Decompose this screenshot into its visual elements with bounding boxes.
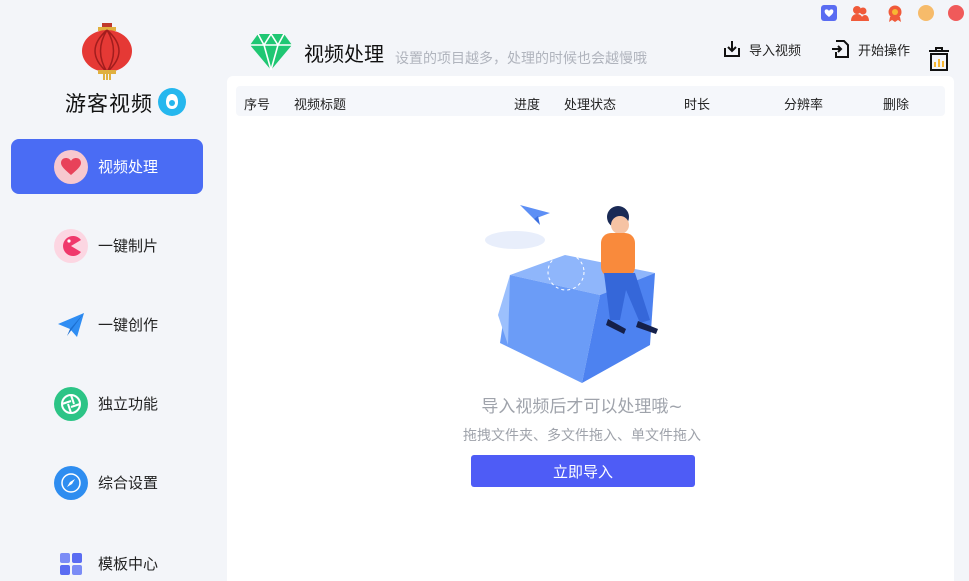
sidebar-item-label: 一键制片 bbox=[98, 237, 159, 255]
vip-badge-icon[interactable] bbox=[158, 88, 186, 116]
sidebar-item-one-click-production[interactable]: 一键制片 bbox=[11, 218, 203, 273]
empty-state-title: 导入视频后才可以处理哦~ bbox=[481, 397, 683, 417]
column-header-resolution[interactable]: 分辨率 bbox=[784, 94, 823, 113]
heart-icon bbox=[54, 149, 88, 184]
import-video-label: 导入视频 bbox=[749, 43, 802, 59]
sidebar-item-one-click-create[interactable]: 一键创作 bbox=[11, 297, 203, 352]
import-now-button[interactable]: 立即导入 bbox=[471, 455, 695, 487]
sidebar-item-label: 一键创作 bbox=[98, 316, 159, 334]
column-header-duration[interactable]: 时长 bbox=[684, 94, 710, 113]
grid-icon bbox=[54, 547, 88, 581]
aperture-icon bbox=[54, 386, 88, 421]
empty-box-illustration bbox=[485, 205, 658, 383]
start-operation-button[interactable]: 开始操作 bbox=[831, 38, 910, 60]
sidebar-item-independent-functions[interactable]: 独立功能 bbox=[11, 376, 203, 431]
column-header-title[interactable]: 视频标题 bbox=[294, 94, 346, 113]
empty-state-subtitle: 拖拽文件夹、多文件拖入、单文件拖入 bbox=[463, 428, 701, 444]
users-icon[interactable] bbox=[851, 4, 869, 22]
trash-icon[interactable] bbox=[928, 46, 950, 72]
paper-plane-icon bbox=[54, 308, 88, 342]
diamond-icon bbox=[250, 32, 292, 70]
column-header-progress[interactable]: 进度 bbox=[514, 94, 540, 113]
vip-card-icon[interactable] bbox=[820, 4, 838, 22]
column-header-status[interactable]: 处理状态 bbox=[564, 94, 616, 113]
sidebar-item-label: 独立功能 bbox=[98, 395, 159, 413]
download-icon bbox=[724, 41, 740, 57]
start-operation-label: 开始操作 bbox=[858, 43, 911, 59]
sidebar-item-template-center[interactable]: 模板中心 bbox=[11, 536, 203, 581]
sidebar-item-label: 综合设置 bbox=[98, 474, 159, 492]
page-subtitle: 设置的项目越多，处理的时候也会越慢哦 bbox=[395, 51, 647, 67]
pacman-icon bbox=[54, 228, 88, 263]
lantern-logo-icon bbox=[82, 23, 132, 80]
medal-icon[interactable] bbox=[886, 4, 904, 22]
minimize-button[interactable] bbox=[917, 4, 935, 22]
column-header-delete[interactable]: 删除 bbox=[883, 94, 909, 113]
import-video-button[interactable]: 导入视频 bbox=[722, 38, 801, 60]
page-title: 视频处理 bbox=[304, 42, 384, 66]
sidebar-item-video-process[interactable]: 视频处理 bbox=[11, 139, 203, 194]
close-button[interactable] bbox=[947, 4, 965, 22]
sidebar-item-settings[interactable]: 综合设置 bbox=[11, 455, 203, 510]
compass-icon bbox=[54, 465, 88, 500]
sidebar: 游客视频 视频处理 一键制片 一键创作 独立功能 综合设置 模板中心 bbox=[0, 0, 218, 581]
app-name: 游客视频 bbox=[65, 92, 153, 116]
column-header-index[interactable]: 序号 bbox=[244, 94, 270, 113]
sidebar-item-label: 视频处理 bbox=[98, 158, 159, 176]
sidebar-item-label: 模板中心 bbox=[98, 555, 159, 573]
file-export-icon bbox=[832, 40, 849, 58]
